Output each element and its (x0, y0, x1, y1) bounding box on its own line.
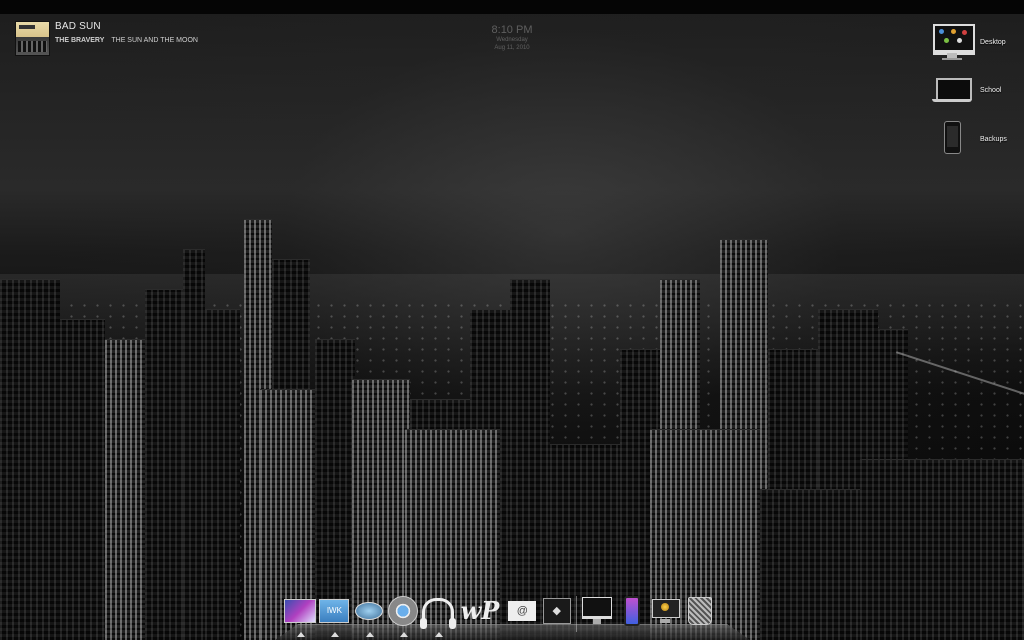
desktop-item-desktop[interactable]: Desktop (926, 22, 1024, 62)
track-title: BAD SUN (55, 21, 101, 32)
trash-icon[interactable] (683, 594, 717, 628)
clock-time: 8:10 PM (491, 24, 533, 36)
clock-day: Wednesday (496, 37, 528, 43)
safari-icon[interactable] (352, 594, 386, 637)
chrome-icon[interactable] (386, 594, 420, 637)
imac-icon (926, 22, 978, 62)
desktop-item-label: School (980, 86, 1002, 94)
menu-bar (0, 0, 1024, 14)
album-name: THE SUN AND THE MOON (111, 37, 198, 44)
desktop-wallpaper (0, 14, 1024, 640)
wordpress-icon[interactable]: wP (455, 594, 505, 628)
now-playing-widget[interactable]: BAD SUN THE BRAVERY THE SUN AND THE MOON (15, 21, 198, 56)
desktop-item-school[interactable]: School (926, 70, 1024, 110)
mail-icon[interactable]: @ (505, 594, 539, 628)
imac-icon[interactable] (580, 594, 614, 628)
dock: IWK wP @ ◆ (275, 590, 750, 640)
clock-widget: 8:10 PM Wednesday Aug 11, 2010 (460, 24, 564, 52)
desktop-item-label: Desktop (980, 38, 1006, 46)
artist-name: THE BRAVERY (55, 37, 105, 44)
macbook-icon (926, 70, 978, 110)
app-icon[interactable]: ◆ (540, 594, 574, 628)
itunes-visualizer-icon[interactable] (283, 594, 317, 637)
iphone-icon (926, 119, 978, 159)
desktop-item-label: Backups (980, 135, 1007, 143)
clock-date: Aug 11, 2010 (494, 45, 530, 51)
headphones-icon[interactable] (419, 594, 456, 637)
iphone-icon[interactable] (615, 594, 649, 628)
iwork-icon[interactable]: IWK (317, 594, 351, 637)
macbook-icon[interactable] (649, 594, 683, 628)
desktop-item-backups[interactable]: Backups (926, 119, 1024, 159)
album-art (15, 21, 50, 56)
